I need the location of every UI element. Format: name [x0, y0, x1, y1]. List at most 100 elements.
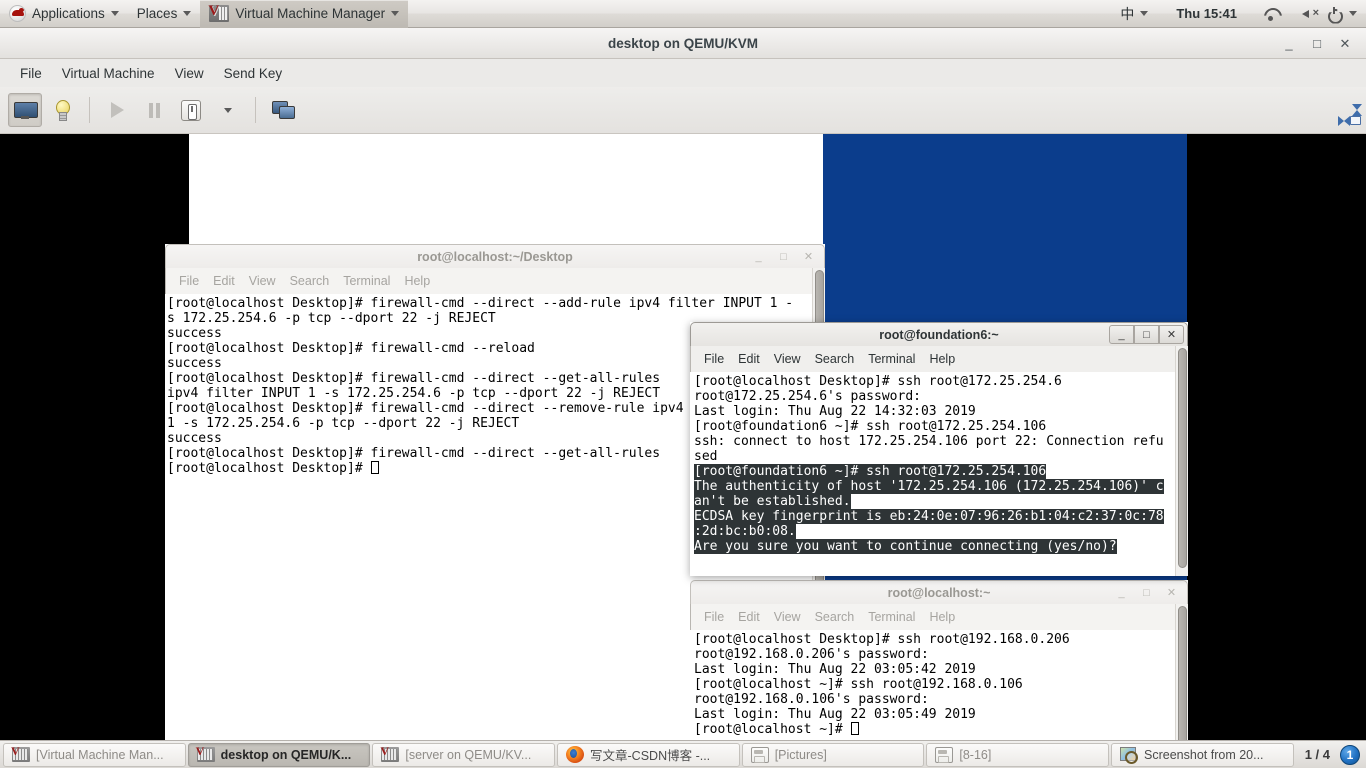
terminal-foundation6-output[interactable]: [root@localhost Desktop]# ssh root@172.2…	[690, 372, 1188, 576]
menu-edit[interactable]: Edit	[731, 608, 767, 626]
maximize-button[interactable]: □	[1134, 325, 1159, 344]
terminal-line-selected: :2d:bc:b0:08.	[694, 524, 796, 539]
menu-terminal[interactable]: Terminal	[861, 350, 922, 368]
virtual-machine-manager-window: desktop on QEMU/KVM _ □ ✕ File Virtual M…	[0, 28, 1366, 740]
taskbar-item-firefox-csdn[interactable]: 写文章-CSDN博客 -...	[557, 742, 740, 767]
minimize-button[interactable]: _	[746, 247, 771, 266]
taskbar-item-8-16[interactable]: [8-16]	[926, 742, 1110, 767]
taskbar-item-screenshot[interactable]: Screenshot from 20...	[1111, 742, 1294, 767]
terminal-cursor	[850, 722, 859, 735]
vmm-titlebar: desktop on QEMU/KVM _ □ ✕	[0, 28, 1366, 59]
places-menu[interactable]: Places	[128, 0, 201, 28]
menu-virtual-machine[interactable]: Virtual Machine	[52, 63, 165, 84]
taskbar-item-label: desktop on QEMU/K...	[220, 747, 352, 762]
taskbar-item-label: [8-16]	[959, 747, 992, 762]
taskbar-item-virtual-machine-manager[interactable]: [Virtual Machine Man...	[3, 742, 186, 767]
play-icon	[110, 102, 124, 118]
menu-search[interactable]: Search	[808, 350, 862, 368]
terminal-prompt: [root@localhost ~]#	[694, 722, 851, 737]
terminal-line: root@192.168.0.106's password:	[694, 692, 929, 707]
workspace-indicator[interactable]: 1 / 4	[1295, 747, 1340, 762]
vmm-menubar: File Virtual Machine View Send Key	[0, 59, 1366, 87]
run-button	[100, 93, 134, 127]
scrollbar-thumb[interactable]	[1178, 606, 1187, 740]
taskbar-item-desktop-qemu[interactable]: desktop on QEMU/K...	[187, 742, 371, 767]
close-button[interactable]: ✕	[1159, 325, 1184, 344]
maximize-button[interactable]: □	[771, 247, 796, 266]
taskbar-item-server-qemu[interactable]: [server on QEMU/KV...	[372, 742, 556, 767]
vmm-window-controls: _ □ ✕	[1282, 28, 1360, 59]
menu-edit[interactable]: Edit	[206, 272, 242, 290]
terminal-line-selected: [root@foundation6 ~]# ssh root@172.25.25…	[694, 464, 1047, 479]
menu-view[interactable]: View	[165, 63, 214, 84]
menu-search[interactable]: Search	[283, 272, 337, 290]
firefox-icon	[566, 746, 585, 763]
taskbar-item-label: [Pictures]	[774, 747, 827, 762]
pause-icon	[148, 102, 161, 118]
minimize-button[interactable]: _	[1282, 36, 1296, 51]
toolbar-separator	[89, 97, 90, 123]
menu-file[interactable]: File	[172, 272, 206, 290]
menu-file[interactable]: File	[10, 63, 52, 84]
menu-terminal[interactable]: Terminal	[861, 608, 922, 626]
terminal-foundation6-scrollbar[interactable]	[1175, 346, 1188, 576]
scrollbar-thumb[interactable]	[1178, 348, 1187, 568]
menu-edit[interactable]: Edit	[731, 350, 767, 368]
terminal-prompt: [root@localhost Desktop]#	[167, 461, 371, 476]
workspace-badge[interactable]: 1	[1340, 744, 1360, 765]
terminal-localhost-scrollbar[interactable]	[1175, 604, 1188, 740]
menu-view[interactable]: View	[242, 272, 283, 290]
chevron-down-icon	[1140, 11, 1149, 16]
lightbulb-icon	[54, 100, 70, 121]
menu-view[interactable]: View	[767, 608, 808, 626]
input-method-indicator[interactable]: 中	[1111, 0, 1157, 28]
menu-file[interactable]: File	[697, 350, 731, 368]
terminal-desktop-window-controls: _ □ ✕	[746, 247, 821, 266]
close-button[interactable]: ✕	[796, 247, 821, 266]
close-button[interactable]: ✕	[1159, 583, 1184, 602]
maximize-button[interactable]: □	[1310, 36, 1324, 51]
shutdown-button[interactable]	[174, 93, 208, 127]
menu-help[interactable]: Help	[922, 350, 962, 368]
menu-file[interactable]: File	[697, 608, 731, 626]
chevron-down-icon	[1349, 11, 1357, 16]
terminal-line: [root@localhost Desktop]# firewall-cmd -…	[167, 296, 794, 311]
applications-menu[interactable]: Applications	[0, 0, 128, 28]
input-method-label: 中	[1120, 5, 1135, 22]
menu-send-key[interactable]: Send Key	[214, 63, 293, 84]
terminal-localhost-output[interactable]: [root@localhost Desktop]# ssh root@192.1…	[690, 630, 1188, 740]
menu-terminal[interactable]: Terminal	[336, 272, 397, 290]
menu-help[interactable]: Help	[397, 272, 437, 290]
active-application-menu[interactable]: Virtual Machine Manager	[200, 0, 409, 28]
close-button[interactable]: ✕	[1338, 36, 1352, 52]
gnome-top-panel: Applications Places Virtual Machine Mana…	[0, 0, 1366, 28]
minimize-button[interactable]: _	[1109, 325, 1134, 344]
show-console-button[interactable]	[8, 93, 42, 127]
menu-search[interactable]: Search	[808, 608, 862, 626]
menu-help[interactable]: Help	[922, 608, 962, 626]
terminal-window-localhost[interactable]: root@localhost:~ _ □ ✕ File Edit View Se…	[690, 580, 1188, 740]
pause-button	[137, 93, 171, 127]
show-details-button[interactable]	[45, 93, 79, 127]
terminal-window-foundation6[interactable]: root@foundation6:~ _ □ ✕ File Edit View …	[690, 322, 1188, 576]
virtual-machine-manager-icon	[208, 3, 230, 22]
taskbar-item-pictures[interactable]: [Pictures]	[741, 742, 925, 767]
vm-console-viewport[interactable]: root@localhost:~/Desktop _ □ ✕ File Edit…	[0, 134, 1366, 740]
shutdown-menu-button[interactable]	[211, 93, 245, 127]
terminal-line: sed	[694, 449, 718, 464]
network-indicator[interactable]	[1256, 0, 1292, 28]
snapshots-button[interactable]	[266, 93, 300, 127]
window-list-taskbar: [Virtual Machine Man... desktop on QEMU/…	[0, 740, 1366, 768]
system-status-menu[interactable]	[1292, 0, 1366, 28]
clock[interactable]: Thu 15:41	[1157, 0, 1256, 28]
terminal-foundation6-title: root@foundation6:~	[879, 327, 999, 342]
chevron-down-icon	[110, 11, 119, 16]
terminal-line: s 172.25.254.6 -p tcp --dport 22 -j REJE…	[167, 311, 496, 326]
maximize-button[interactable]: □	[1134, 583, 1159, 602]
menu-view[interactable]: View	[767, 350, 808, 368]
chevron-down-icon	[391, 11, 400, 16]
terminal-line: [root@localhost Desktop]# ssh root@172.2…	[694, 374, 1062, 389]
vmm-toolbar	[0, 87, 1366, 134]
minimize-button[interactable]: _	[1109, 583, 1134, 602]
terminal-line: root@172.25.254.6's password:	[694, 389, 921, 404]
